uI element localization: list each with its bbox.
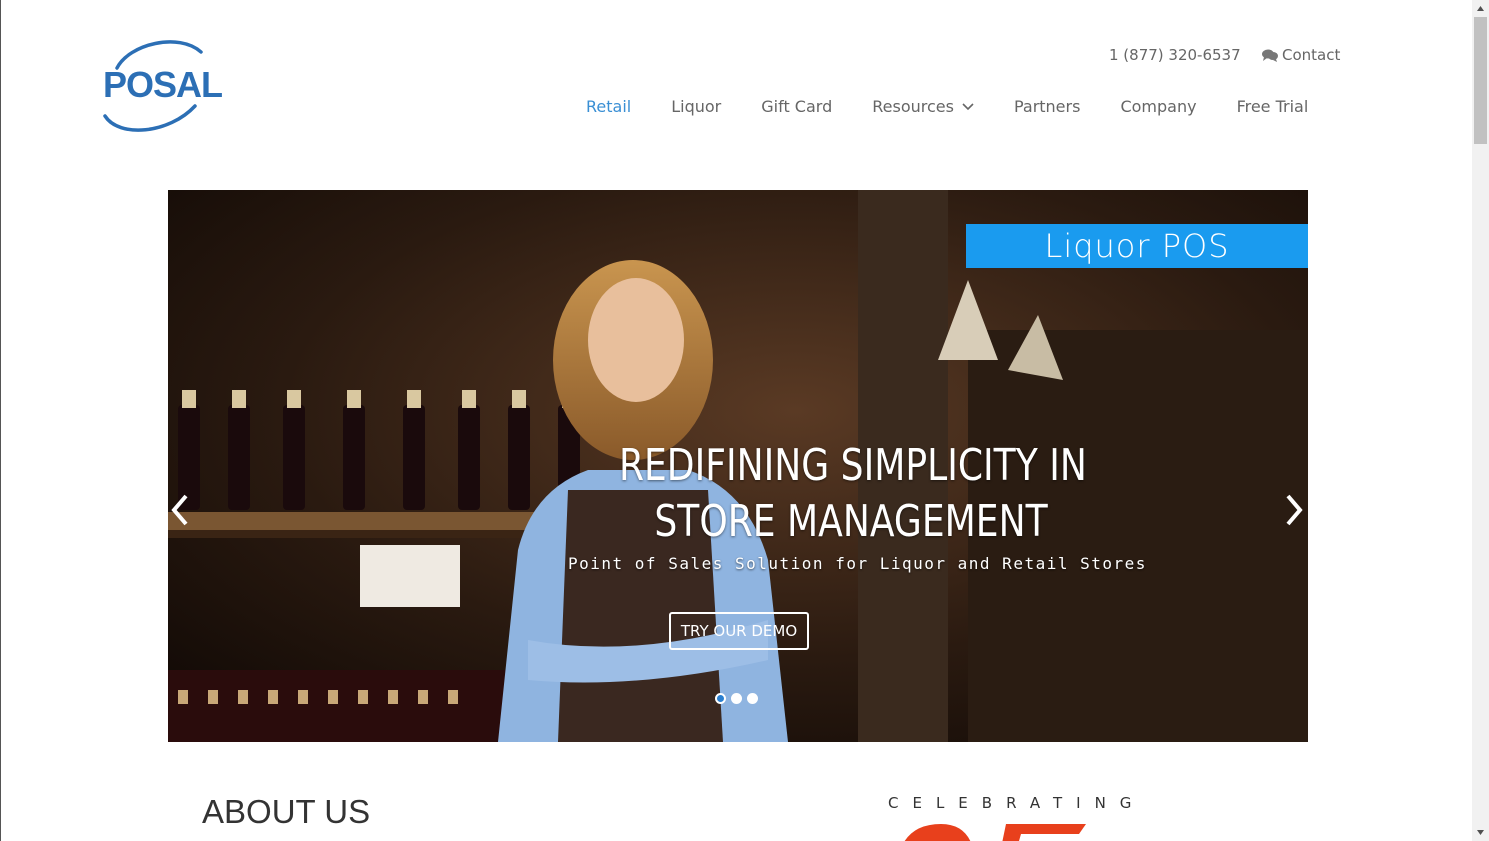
nav-item-retail[interactable]: Retail — [586, 97, 631, 116]
vertical-scrollbar[interactable] — [1472, 0, 1489, 841]
comments-icon — [1262, 49, 1278, 62]
scroll-down-arrow[interactable] — [1472, 824, 1489, 841]
scroll-up-arrow[interactable] — [1472, 0, 1489, 17]
chevron-right-icon — [1286, 494, 1303, 526]
hero-headline: REDIFINING SIMPLICITY IN STORE MANAGEMEN… — [618, 438, 1087, 550]
hero-slider: Liquor POS REDIFINING SIMPLICITY IN STOR… — [168, 190, 1308, 742]
nav-item-label: Partners — [1013, 97, 1081, 116]
hero-subline: Point of Sales Solution for Liquor and R… — [568, 554, 1147, 573]
nav-item-label: Free Trial — [1236, 97, 1309, 116]
headline-line-2: STORE MANAGEMENT — [654, 496, 1048, 547]
nav-item-company[interactable]: Company — [1120, 97, 1196, 116]
nav-item-liquor[interactable]: Liquor — [671, 97, 721, 116]
slider-dot-1[interactable] — [715, 693, 726, 704]
nav-item-label: Retail — [586, 97, 632, 116]
anniversary-number-graphic — [891, 818, 1091, 841]
chevron-down-icon — [962, 102, 974, 110]
nav-item-free-trial[interactable]: Free Trial — [1237, 97, 1309, 116]
nav-item-partners[interactable]: Partners — [1014, 97, 1080, 116]
celebrating-label: CELEBRATING — [888, 794, 1146, 812]
phone-link[interactable]: 1 (877) 320-6537 — [1109, 46, 1241, 64]
about-us-heading: ABOUT US — [202, 793, 371, 830]
slider-dots — [715, 693, 758, 704]
liquor-pos-badge: Liquor POS — [966, 224, 1308, 268]
slider-dot-2[interactable] — [731, 693, 742, 704]
chevron-left-icon — [171, 494, 188, 526]
nav-item-resources[interactable]: Resources — [872, 97, 974, 116]
nav-item-label: Resources — [872, 97, 954, 116]
posal-logo[interactable]: POSAL — [99, 38, 223, 134]
slider-dot-3[interactable] — [747, 693, 758, 704]
contact-link[interactable]: Contact — [1262, 46, 1340, 64]
nav-item-gift-card[interactable]: Gift Card — [761, 97, 832, 116]
slider-next-button[interactable] — [1278, 490, 1308, 530]
page: POSAL 1 (877) 320-6537 Contact Retail Li… — [0, 0, 1489, 841]
headline-line-1: REDIFINING SIMPLICITY IN — [618, 440, 1087, 491]
nav-item-label: Liquor — [671, 97, 722, 116]
scroll-thumb[interactable] — [1474, 17, 1487, 144]
main-nav: Retail Liquor Gift Card Resources Partne… — [586, 97, 1308, 116]
contact-label: Contact — [1282, 46, 1341, 64]
nav-item-label: Company — [1120, 97, 1197, 116]
try-demo-button[interactable]: TRY OUR DEMO — [669, 612, 809, 650]
logo-text: POSAL — [103, 64, 223, 105]
slider-prev-button[interactable] — [168, 490, 196, 530]
nav-item-label: Gift Card — [761, 97, 833, 116]
